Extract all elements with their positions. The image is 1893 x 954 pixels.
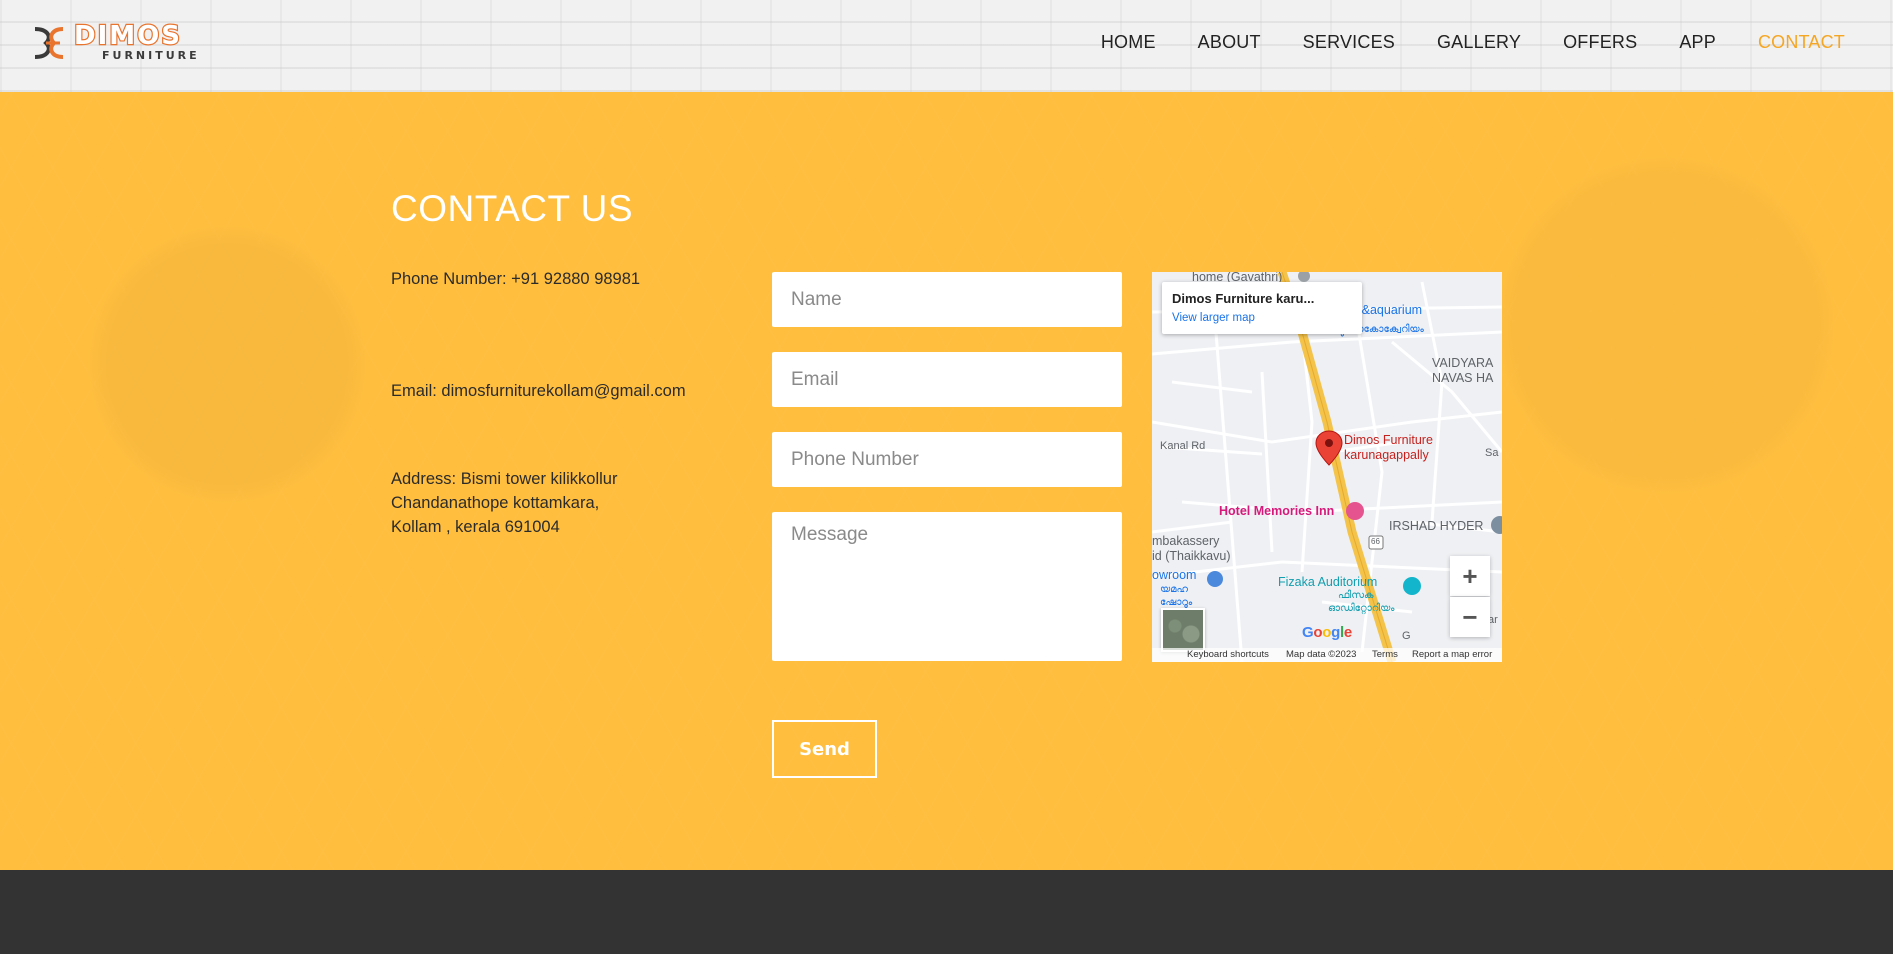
address-line: Kollam , kerala 691004 [391,518,560,536]
brand-name: DIMOS [73,20,182,52]
map-card-title: Dimos Furniture karu... [1172,291,1315,306]
contact-phone: Phone Number: +91 92880 98981 [391,270,641,288]
auditorium-icon [1403,577,1421,595]
map-label: id (Thaikkavu) [1152,549,1231,563]
place-icon [1491,516,1502,534]
view-larger-map-link[interactable]: View larger map [1172,312,1255,324]
nav-app[interactable]: APP [1679,32,1716,53]
map-attribution: Keyboard shortcuts Map data ©2023 Terms … [1152,648,1502,662]
zoom-in-button[interactable]: + [1450,556,1490,596]
page-title: CONTACT US [391,188,634,229]
nav-home[interactable]: HOME [1101,32,1156,53]
site-footer [0,870,1893,954]
address-line: Chandanathope kottamkara, [391,494,600,512]
shop-icon [1207,571,1223,587]
map-label: G [1402,630,1411,642]
site-header: DIMOS FURNITURE HOME ABOUT SERVICES GALL… [0,0,1893,92]
name-field[interactable] [772,272,1122,327]
brand-logo[interactable]: DIMOS FURNITURE [32,20,222,62]
map-label: Sa [1485,447,1499,459]
google-logo: Google [1302,624,1352,641]
hotel-icon [1346,502,1364,520]
contact-email: Email: dimosfurniturekollam@gmail.com [391,382,686,400]
map-pin-label: Dimos Furniture [1344,433,1433,447]
map-pin-label: karunagappally [1344,448,1429,462]
embedded-map[interactable]: home (Gavathri) pets&aquarium ബ്ബുഗോകോക്… [1152,272,1502,662]
map-pin-icon[interactable] [1315,430,1343,466]
map-label: mbakassery [1152,534,1220,548]
map-label: ഓഡിറ്റോറിയം [1328,603,1395,614]
map-label: IRSHAD HYDER [1389,519,1484,533]
terms-link[interactable]: Terms [1372,649,1398,660]
main-nav: HOME ABOUT SERVICES GALLERY OFFERS APP C… [1059,32,1845,53]
address-line: Address: Bismi tower kilikkollur [391,470,618,488]
nav-contact[interactable]: CONTACT [1758,32,1845,53]
logo-mark-icon [34,27,64,59]
map-info-card: Dimos Furniture karu... View larger map [1162,282,1362,334]
map-label: യമഹ [1160,584,1188,595]
phone-field[interactable] [772,432,1122,487]
keyboard-shortcuts-link[interactable]: Keyboard shortcuts [1187,649,1269,660]
brand-tagline: FURNITURE [102,49,200,62]
nav-services[interactable]: SERVICES [1303,32,1395,53]
map-label: NAVAS HA [1432,371,1494,385]
map-label: Kanal Rd [1160,440,1206,452]
email-field[interactable] [772,352,1122,407]
map-data-text: Map data ©2023 [1286,649,1357,660]
map-label: VAIDYARA [1432,356,1494,370]
contact-section: CONTACT US Phone Number: +91 92880 98981… [0,92,1893,870]
contact-address: Address: Bismi tower kilikkollur Chandan… [391,467,617,539]
report-error-link[interactable]: Report a map error [1412,649,1492,660]
map-label: Fizaka Auditorium [1278,575,1378,589]
map-label: Hotel Memories Inn [1219,504,1335,518]
map-label: ഷോറൂം [1160,597,1193,608]
nav-about[interactable]: ABOUT [1198,32,1261,53]
nav-offers[interactable]: OFFERS [1563,32,1637,53]
satellite-layer-toggle[interactable] [1161,608,1205,652]
zoom-out-button[interactable]: − [1450,597,1490,637]
map-label: owroom [1152,568,1197,582]
map-label: ഫിസക [1338,590,1374,601]
road-number: 66 [1371,537,1380,546]
send-button[interactable]: Send [772,720,877,778]
message-field[interactable] [772,512,1122,661]
nav-gallery[interactable]: GALLERY [1437,32,1521,53]
